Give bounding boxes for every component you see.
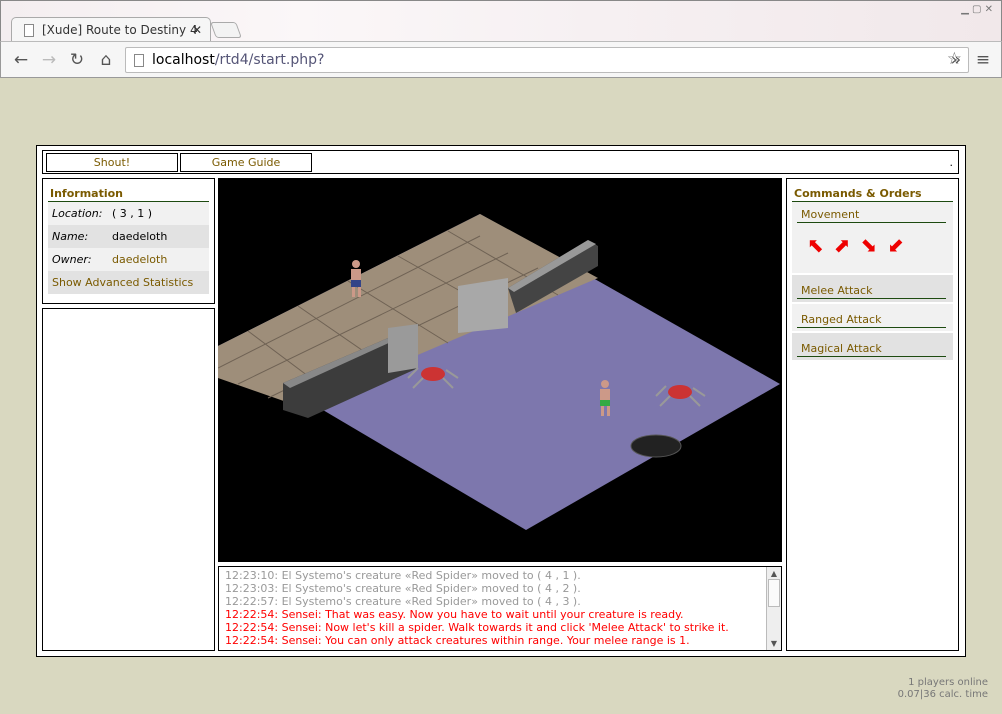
show-advanced-statistics-button[interactable]: Show Advanced Statistics <box>48 271 209 294</box>
log-entry: 12:23:10: El Systemo's creature «Red Spi… <box>225 569 581 582</box>
move-southeast-icon[interactable]: ⬊ <box>861 233 878 257</box>
calc-time: 0.07|36 calc. time <box>897 689 988 700</box>
tab-title: [Xude] Route to Destiny 4 <box>42 23 198 37</box>
message-log[interactable]: 12:23:10: El Systemo's creature «Red Spi… <box>218 566 782 651</box>
movement-arrows: ⬉ ⬈ ⬊ ⬋ <box>792 223 953 257</box>
secondary-panel <box>42 308 215 651</box>
log-entry: 12:22:54: Sensei: You can only attack cr… <box>225 634 690 647</box>
floor-grate[interactable] <box>630 434 682 458</box>
information-panel: Information Location: ( 3 , 1 ) Name: daed… <box>42 178 215 304</box>
magical-attack-button[interactable]: Magical Attack <box>797 339 946 357</box>
log-entry: 12:23:03: El Systemo's creature «Red Spi… <box>225 582 581 595</box>
commands-title: Commands & Orders <box>792 184 953 202</box>
extensions-icon[interactable]: » <box>946 50 966 70</box>
move-northeast-icon[interactable]: ⬈ <box>834 233 851 257</box>
shout-button[interactable]: Shout! <box>46 153 178 172</box>
new-tab-button[interactable] <box>210 22 242 38</box>
footer: 1 players online 0.07|36 calc. time <box>898 677 988 701</box>
address-bar[interactable]: localhost/rtd4/start.php? ☆ <box>125 47 969 73</box>
browser-toolbar: ← → ↻ ⌂ localhost/rtd4/start.php? ☆ » ≡ <box>0 41 1002 78</box>
top-dot: . <box>949 156 954 169</box>
close-tab-icon[interactable]: ✕ <box>192 23 202 37</box>
url-path: /rtd4/start.php? <box>214 52 325 68</box>
pillar-left <box>388 324 418 373</box>
menu-icon[interactable]: ≡ <box>973 50 993 70</box>
log-entry: 12:22:57: El Systemo's creature «Red Spi… <box>225 595 581 608</box>
ranged-attack-section[interactable]: Ranged Attack <box>792 304 953 331</box>
information-title: Information <box>48 184 209 202</box>
movement-title: Movement <box>797 205 946 223</box>
reload-icon[interactable]: ↻ <box>67 50 87 70</box>
melee-attack-section[interactable]: Melee Attack <box>792 275 953 302</box>
ranged-attack-button[interactable]: Ranged Attack <box>797 310 946 328</box>
movement-section: Movement ⬉ ⬈ ⬊ ⬋ <box>792 202 953 273</box>
log-entry: 12:22:54: Sensei: Now let's kill a spide… <box>225 621 729 634</box>
magical-attack-section[interactable]: Magical Attack <box>792 333 953 360</box>
browser-tab[interactable]: [Xude] Route to Destiny 4 ✕ <box>11 17 211 43</box>
tab-strip: [Xude] Route to Destiny 4 ✕ ▁ ▢ ✕ <box>0 0 1002 43</box>
name-label: Name: <box>52 230 89 243</box>
url-host: localhost <box>152 52 215 68</box>
scroll-thumb[interactable] <box>768 579 780 607</box>
game-frame: Shout! Game Guide . Information Location… <box>36 145 966 657</box>
game-map[interactable] <box>218 178 782 562</box>
owner-label: Owner: <box>52 253 92 266</box>
home-icon[interactable]: ⌂ <box>96 50 116 70</box>
location-value: ( 3 , 1 ) <box>112 207 153 220</box>
pillar-right <box>458 278 508 333</box>
melee-attack-button[interactable]: Melee Attack <box>797 281 946 299</box>
owner-link[interactable]: daedeloth <box>112 253 167 266</box>
log-scrollbar[interactable]: ▲ ▼ <box>766 567 781 650</box>
log-entry: 12:22:54: Sensei: That was easy. Now you… <box>225 608 684 621</box>
top-menu: Shout! Game Guide . <box>42 150 959 174</box>
scroll-down-icon[interactable]: ▼ <box>767 637 781 650</box>
move-northwest-icon[interactable]: ⬉ <box>807 233 824 257</box>
location-label: Location: <box>52 207 103 220</box>
forward-icon[interactable]: → <box>39 50 59 70</box>
commands-panel: Commands & Orders Movement ⬉ ⬈ ⬊ ⬋ Melee… <box>786 178 959 651</box>
window-controls[interactable]: ▁ ▢ ✕ <box>961 4 993 15</box>
page-icon <box>134 54 144 67</box>
name-value: daedeloth <box>112 230 168 243</box>
name-row: Name: daedeloth <box>48 225 209 248</box>
game-guide-button[interactable]: Game Guide <box>180 153 312 172</box>
page-icon <box>24 24 34 37</box>
back-icon[interactable]: ← <box>11 50 31 70</box>
owner-row: Owner: daedeloth <box>48 248 209 271</box>
players-online: 1 players online <box>908 677 988 688</box>
move-southwest-icon[interactable]: ⬋ <box>887 233 904 257</box>
location-row: Location: ( 3 , 1 ) <box>48 202 209 225</box>
